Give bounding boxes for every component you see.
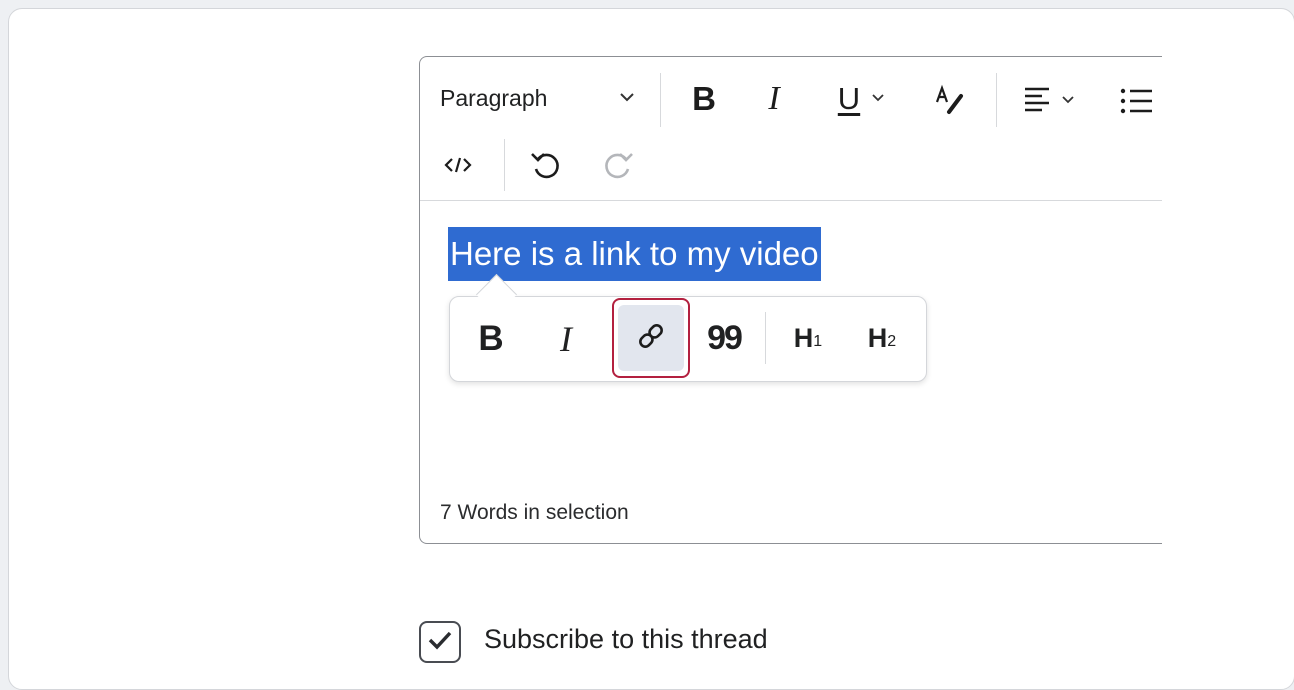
font-color-icon[interactable] [928,79,972,123]
subscribe-label: Subscribe to this thread [484,624,768,654]
checkmark-icon [427,629,453,656]
quote-icon: 99 [707,318,743,357]
link-icon [635,320,667,357]
link-button-highlight [618,305,684,371]
chevron-down-icon [870,89,886,110]
word-count: 7 Words in selection [440,501,629,524]
bullet-list-icon[interactable] [1114,79,1158,123]
toolbar-separator [504,139,505,191]
toolbar-separator [996,73,997,127]
inline-italic-button[interactable]: I [544,318,588,360]
format-select-value: Paragraph [440,84,548,111]
heading2-button[interactable]: H 2 [858,318,906,358]
format-select[interactable]: Paragraph [440,81,640,115]
heading1-button[interactable]: H 1 [784,318,832,358]
bold-button[interactable]: B [682,79,726,119]
bubble-separator [765,312,766,364]
toolbar-divider [420,200,1180,201]
italic-button[interactable]: I [754,79,794,119]
subscribe-checkbox[interactable] [419,621,461,663]
source-code-icon[interactable] [438,145,478,185]
align-button[interactable] [1014,79,1084,123]
toolbar-separator [660,73,661,127]
align-left-icon [1022,84,1052,119]
insert-link-button[interactable] [612,298,690,378]
selected-text[interactable]: Here is a link to my video [448,227,821,281]
undo-icon[interactable] [524,143,568,187]
chevron-down-icon [1060,91,1076,112]
redo-icon[interactable] [596,143,640,187]
quote-button[interactable]: 99 [702,318,746,358]
editor-clip [1162,50,1202,550]
underline-button[interactable]: U [822,75,902,123]
inline-bold-button[interactable]: B [466,318,516,360]
chevron-down-icon [616,86,638,114]
